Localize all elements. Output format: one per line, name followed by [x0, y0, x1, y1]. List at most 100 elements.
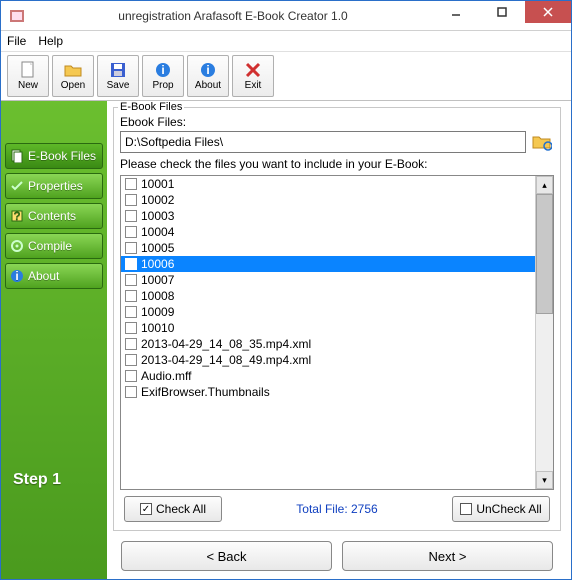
gear-icon — [10, 239, 24, 253]
file-row[interactable]: 2013-04-29_14_08_49.mp4.xml — [121, 352, 535, 368]
checked-checkbox-icon: ✓ — [140, 503, 152, 515]
file-row[interactable]: ExifBrowser.Thumbnails — [121, 384, 535, 400]
file-checkbox[interactable] — [125, 210, 137, 222]
file-row[interactable]: 10010 — [121, 320, 535, 336]
file-checkbox[interactable] — [125, 306, 137, 318]
file-name: 10003 — [141, 209, 174, 223]
minimize-button[interactable] — [433, 1, 479, 23]
file-row[interactable]: 10009 — [121, 304, 535, 320]
sidebar-item-label: Properties — [28, 179, 83, 193]
file-checkbox[interactable] — [125, 386, 137, 398]
file-checkbox[interactable] — [125, 370, 137, 382]
scroll-track[interactable] — [536, 314, 553, 471]
file-name: 10004 — [141, 225, 174, 239]
svg-text:i: i — [206, 63, 209, 77]
file-row[interactable]: Audio.mff — [121, 368, 535, 384]
maximize-button[interactable] — [479, 1, 525, 23]
path-label: Ebook Files: — [120, 115, 554, 129]
file-name: 2013-04-29_14_08_49.mp4.xml — [141, 353, 311, 367]
main-panel: E-Book Files Ebook Files: Please check t… — [107, 101, 571, 579]
sidebar-item-label: Compile — [28, 239, 72, 253]
browse-button[interactable] — [530, 131, 554, 153]
instruction-text: Please check the files you want to inclu… — [120, 157, 554, 171]
info-icon: i — [154, 61, 172, 79]
scrollbar[interactable]: ▴ ▾ — [535, 176, 553, 489]
next-button[interactable]: Next > — [342, 541, 553, 571]
back-button[interactable]: < Back — [121, 541, 332, 571]
svg-text:i: i — [15, 269, 18, 283]
file-name: 10002 — [141, 193, 174, 207]
floppy-icon — [109, 61, 127, 79]
file-checkbox[interactable] — [125, 242, 137, 254]
menu-file[interactable]: File — [7, 34, 26, 48]
file-checkbox[interactable] — [125, 338, 137, 350]
file-name: Audio.mff — [141, 369, 191, 383]
file-row[interactable]: 10006 — [121, 256, 535, 272]
file-checkbox[interactable] — [125, 226, 137, 238]
new-button[interactable]: New — [7, 55, 49, 97]
checkmark-icon — [10, 179, 24, 193]
sidebar-item-compile[interactable]: Compile — [5, 233, 103, 259]
unchecked-checkbox-icon — [460, 503, 472, 515]
file-checkbox[interactable] — [125, 322, 137, 334]
file-name: 10010 — [141, 321, 174, 335]
new-file-icon — [19, 61, 37, 79]
scroll-down-button[interactable]: ▾ — [536, 471, 553, 489]
sidebar-item-label: About — [28, 269, 59, 283]
close-button[interactable] — [525, 1, 571, 23]
file-name: 10009 — [141, 305, 174, 319]
app-window: unregistration Arafasoft E-Book Creator … — [0, 0, 572, 580]
file-checkbox[interactable] — [125, 354, 137, 366]
file-list[interactable]: 10001 10002 10003 100041000510006 10007 10008… — [121, 176, 535, 489]
open-button[interactable]: Open — [52, 55, 94, 97]
file-row[interactable]: 10007 — [121, 272, 535, 288]
sidebar-item-label: Contents — [28, 209, 76, 223]
file-row[interactable]: 2013-04-29_14_08_35.mp4.xml — [121, 336, 535, 352]
file-row[interactable]: 10004 — [121, 224, 535, 240]
toolbar: New Open Save i Prop i About Exit — [1, 51, 571, 101]
file-row[interactable]: 10001 — [121, 176, 535, 192]
file-row[interactable]: 10008 — [121, 288, 535, 304]
file-name: 10006 — [141, 257, 174, 271]
sidebar: E-Book Files Properties ? Contents Compi… — [1, 101, 107, 579]
uncheck-all-button[interactable]: UnCheck All — [452, 496, 550, 522]
about-button[interactable]: i About — [187, 55, 229, 97]
exit-button[interactable]: Exit — [232, 55, 274, 97]
sidebar-item-properties[interactable]: Properties — [5, 173, 103, 199]
check-all-button[interactable]: ✓ Check All — [124, 496, 222, 522]
file-name: 10001 — [141, 177, 174, 191]
info-icon: i — [10, 269, 24, 283]
scroll-up-button[interactable]: ▴ — [536, 176, 553, 194]
file-checkbox[interactable] — [125, 258, 137, 270]
file-name: 10008 — [141, 289, 174, 303]
file-checkbox[interactable] — [125, 194, 137, 206]
save-button[interactable]: Save — [97, 55, 139, 97]
file-row[interactable]: 10002 — [121, 192, 535, 208]
file-name: 10007 — [141, 273, 174, 287]
sidebar-item-about[interactable]: i About — [5, 263, 103, 289]
file-name: ExifBrowser.Thumbnails — [141, 385, 270, 399]
sidebar-item-ebook-files[interactable]: E-Book Files — [5, 143, 103, 169]
sidebar-item-label: E-Book Files — [28, 149, 96, 163]
scroll-thumb[interactable] — [536, 194, 553, 314]
file-name: 2013-04-29_14_08_35.mp4.xml — [141, 337, 311, 351]
app-icon — [9, 8, 25, 24]
group-title: E-Book Files — [118, 101, 184, 113]
close-icon — [244, 61, 262, 79]
sidebar-item-contents[interactable]: ? Contents — [5, 203, 103, 229]
file-checkbox[interactable] — [125, 274, 137, 286]
file-row[interactable]: 10003 — [121, 208, 535, 224]
file-row[interactable]: 10005 — [121, 240, 535, 256]
file-list-container: 10001 10002 10003 100041000510006 10007 10008… — [120, 175, 554, 490]
path-input[interactable] — [120, 131, 526, 153]
ebook-files-group: E-Book Files Ebook Files: Please check t… — [113, 107, 561, 531]
files-icon — [10, 149, 24, 163]
file-checkbox[interactable] — [125, 290, 137, 302]
step-label: Step 1 — [1, 471, 107, 579]
menu-help[interactable]: Help — [38, 34, 63, 48]
prop-button[interactable]: i Prop — [142, 55, 184, 97]
total-files-label: Total File: 2756 — [230, 502, 444, 516]
info-icon: i — [199, 61, 217, 79]
file-checkbox[interactable] — [125, 178, 137, 190]
titlebar[interactable]: unregistration Arafasoft E-Book Creator … — [1, 1, 571, 31]
